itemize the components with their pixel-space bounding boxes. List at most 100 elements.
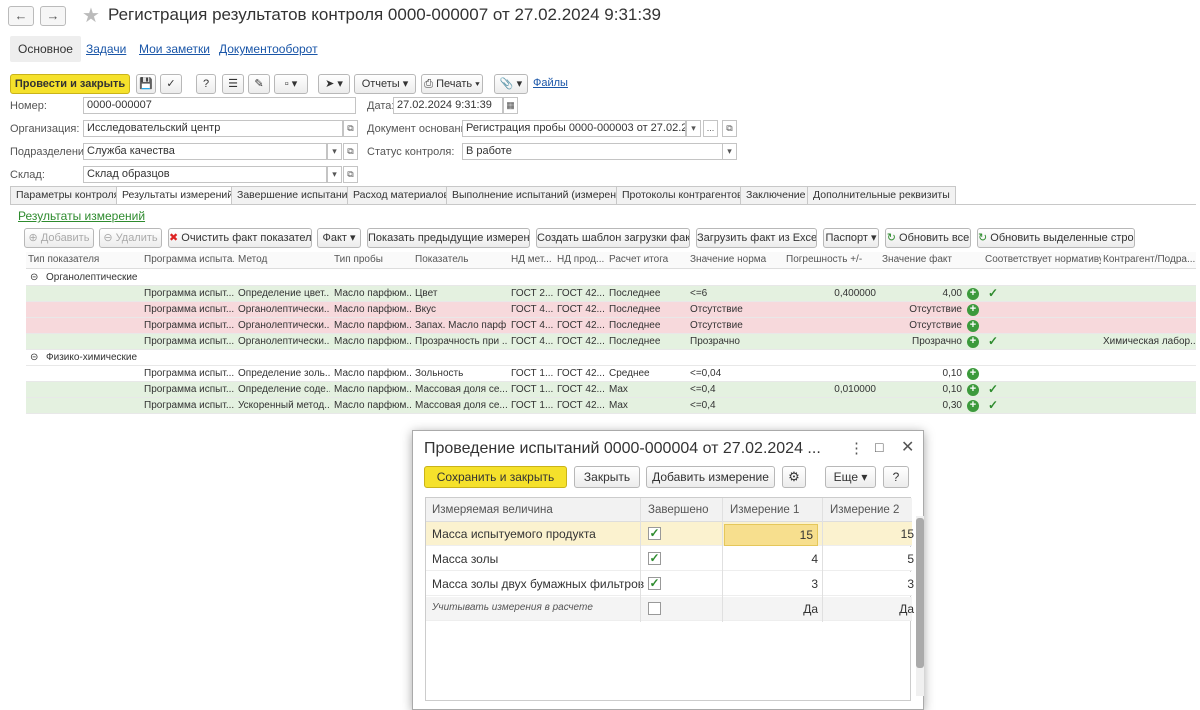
completed-checkbox[interactable]: ✓: [648, 552, 661, 565]
collapse-icon[interactable]: ⊝: [30, 352, 38, 363]
add-measurement-icon[interactable]: +: [967, 384, 979, 396]
completed-checkbox[interactable]: [648, 602, 661, 615]
group-row[interactable]: ⊝ Органолептические: [26, 270, 1196, 286]
add-measurement-icon[interactable]: +: [967, 368, 979, 380]
org-field[interactable]: Исследовательский центр: [83, 120, 343, 137]
create-based-icon[interactable]: ➤ ▾: [318, 74, 350, 94]
journal-icon[interactable]: ☰: [222, 74, 244, 94]
add-measurement-button[interactable]: Добавить измерение: [646, 466, 775, 488]
open-icon[interactable]: ⧉: [343, 166, 358, 183]
tab-conclusion[interactable]: Заключение: [740, 186, 812, 204]
measurement-2-cell[interactable]: 5: [824, 552, 914, 566]
basis-field[interactable]: Регистрация пробы 0000-000003 от 27.02.2…: [462, 120, 686, 137]
tab-contractor-protocols[interactable]: Протоколы контрагентов: [616, 186, 749, 204]
measurement-row[interactable]: Учитывать измерения в расчете Да Да: [426, 597, 914, 621]
save-and-close-button[interactable]: Сохранить и закрыть: [424, 466, 567, 488]
status-field[interactable]: В работе: [462, 143, 724, 160]
tab-test-execution[interactable]: Выполнение испытаний (измерений): [446, 186, 638, 204]
completed-checkbox[interactable]: ✓: [648, 527, 661, 540]
section-docflow[interactable]: Документооборот: [219, 36, 318, 62]
tab-measurement-results[interactable]: Результаты измерений: [116, 186, 240, 205]
dropdown-icon[interactable]: ▾: [722, 143, 737, 160]
measurement-2-cell[interactable]: 3: [824, 577, 914, 591]
add-measurement-icon[interactable]: +: [967, 400, 979, 412]
add-measurement-icon[interactable]: +: [967, 288, 979, 300]
reports-button[interactable]: Отчеты ▾: [354, 74, 416, 94]
measurement-row[interactable]: Масса золы ✓ 4 5: [426, 547, 914, 571]
add-measurement-icon[interactable]: +: [967, 320, 979, 332]
refresh-all-button[interactable]: ↻ Обновить все: [885, 228, 971, 248]
section-main[interactable]: Основное: [10, 36, 81, 62]
calendar-icon[interactable]: ▦: [503, 97, 518, 114]
tab-additional-props[interactable]: Дополнительные реквизиты: [807, 186, 956, 204]
fact-button[interactable]: Факт ▾: [317, 228, 361, 248]
results-link[interactable]: Результаты измерений: [18, 209, 145, 223]
close-icon[interactable]: ✕: [901, 437, 914, 457]
passport-button[interactable]: Паспорт ▾: [823, 228, 879, 248]
settings-gear-icon[interactable]: ⚙: [782, 466, 806, 488]
close-button[interactable]: Закрыть: [574, 466, 640, 488]
table-row[interactable]: Программа испыт... Определение золь... Мас…: [26, 366, 1196, 382]
measurement-1-cell[interactable]: 3: [724, 577, 818, 591]
measurement-1-cell[interactable]: 4: [724, 552, 818, 566]
table-cell: Прозрачно: [690, 336, 740, 347]
add-measurement-icon[interactable]: +: [967, 304, 979, 316]
section-notes[interactable]: Мои заметки: [139, 36, 210, 62]
show-previous-button[interactable]: Показать предыдущие измерения: [367, 228, 530, 248]
add-button[interactable]: ⊕ Добавить: [24, 228, 94, 248]
favorite-star-icon[interactable]: ★: [82, 3, 100, 28]
number-field[interactable]: 0000-000007: [83, 97, 356, 114]
back-arrow-icon[interactable]: ←: [8, 6, 34, 26]
completed-checkbox[interactable]: ✓: [648, 577, 661, 590]
refresh-selected-button[interactable]: ↻ Обновить выделенные строки: [977, 228, 1135, 248]
open-icon[interactable]: ⧉: [343, 120, 358, 137]
dropdown-icon[interactable]: ▾: [327, 143, 342, 160]
table-row[interactable]: Программа испыт... Ускоренный метод... Мас…: [26, 398, 1196, 414]
dropdown-icon[interactable]: ▾: [686, 120, 701, 137]
collapse-icon[interactable]: ⊝: [30, 272, 38, 283]
scrollbar-thumb[interactable]: [916, 518, 924, 668]
group-row[interactable]: ⊝ Физико-химические: [26, 350, 1196, 366]
add-measurement-icon[interactable]: +: [967, 336, 979, 348]
post-and-close-button[interactable]: Провести и закрыть: [10, 74, 130, 94]
clear-fact-button[interactable]: ✖ Очистить факт показателя: [168, 228, 312, 248]
edit-icon[interactable]: ✎: [248, 74, 270, 94]
attachment-icon[interactable]: 📎 ▾: [494, 74, 528, 94]
open-icon[interactable]: ⧉: [722, 120, 737, 137]
dropdown-icon[interactable]: ▾: [327, 166, 342, 183]
table-row[interactable]: Программа испыт... Определение соде... Мас…: [26, 382, 1196, 398]
warehouse-field[interactable]: Склад образцов: [83, 166, 327, 183]
document-menu-icon[interactable]: ▫ ▾: [274, 74, 308, 94]
measurement-2-cell[interactable]: 15: [824, 527, 914, 541]
measurement-row[interactable]: Масса испытуемого продукта ✓ 15 15: [426, 522, 914, 546]
measurement-row[interactable]: Масса золы двух бумажных фильтров ✓ 3 3: [426, 572, 914, 596]
dept-field[interactable]: Служба качества: [83, 143, 327, 160]
load-excel-button[interactable]: Загрузить факт из Excel: [696, 228, 817, 248]
date-field[interactable]: 27.02.2024 9:31:39: [393, 97, 503, 114]
section-tasks[interactable]: Задачи: [86, 36, 126, 62]
tab-materials[interactable]: Расход материалов: [347, 186, 456, 204]
select-icon[interactable]: ...: [703, 120, 718, 137]
measurement-1-cell[interactable]: 15: [724, 524, 818, 546]
delete-button[interactable]: ⊖ Удалить: [99, 228, 162, 248]
tab-test-completion[interactable]: Завершение испытаний: [231, 186, 360, 204]
more-vertical-icon[interactable]: ⋮: [849, 439, 864, 457]
maximize-icon[interactable]: □: [875, 439, 883, 455]
table-row[interactable]: Программа испыт... Органолептически... Мас…: [26, 302, 1196, 318]
table-row[interactable]: Программа испыт... Определение цвет... Мас…: [26, 286, 1196, 302]
save-icon[interactable]: 💾: [136, 74, 156, 94]
print-button[interactable]: ⎙ Печать ▾: [421, 74, 483, 94]
create-template-button[interactable]: Создать шаблон загрузки факта: [536, 228, 690, 248]
help-button[interactable]: ?: [883, 466, 909, 488]
post-icon[interactable]: ✓: [160, 74, 182, 94]
measurement-1-cell[interactable]: Да: [724, 602, 818, 616]
open-icon[interactable]: ⧉: [343, 143, 358, 160]
table-row[interactable]: Программа испыт... Органолептически... Мас…: [26, 318, 1196, 334]
files-link[interactable]: Файлы: [533, 77, 568, 89]
table-row[interactable]: Программа испыт... Органолептически... Мас…: [26, 334, 1196, 350]
help-icon[interactable]: ?: [196, 74, 216, 94]
more-button[interactable]: Еще ▾: [825, 466, 876, 488]
measurement-2-cell[interactable]: Да: [824, 602, 914, 616]
tab-control-params[interactable]: Параметры контроля: [10, 186, 126, 204]
forward-arrow-icon[interactable]: →: [40, 6, 66, 26]
